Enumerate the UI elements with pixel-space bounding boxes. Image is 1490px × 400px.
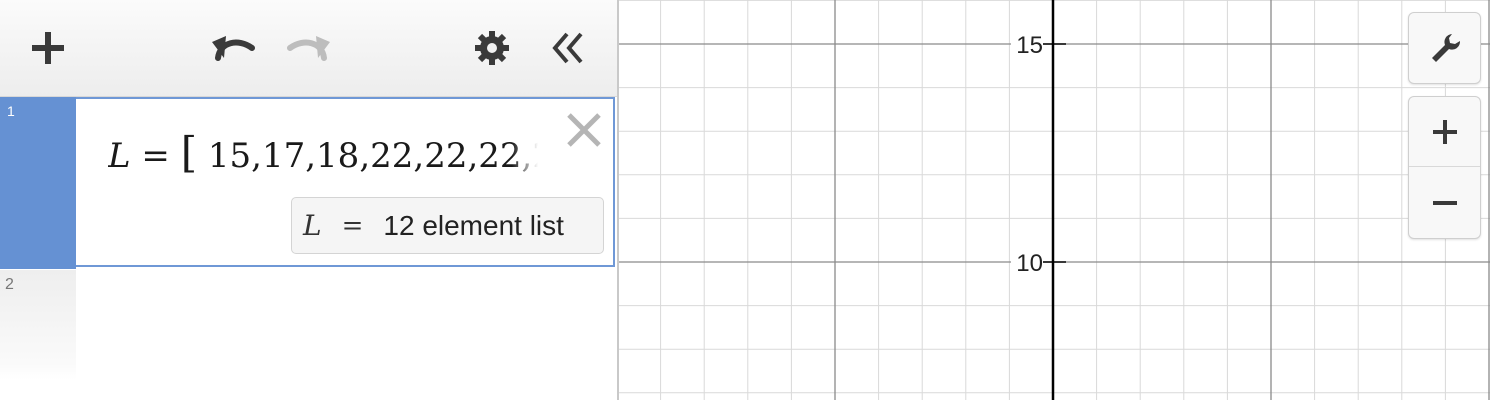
graph-settings-button[interactable] xyxy=(1408,12,1481,84)
expression-row-empty[interactable]: 2 xyxy=(0,270,617,400)
expression-input[interactable]: L = [ 15,17,18,22,22,22,2 xyxy=(108,127,538,179)
expression-panel: 1 L = [ 15,17,18,22,22,22,2 L = 12 eleme… xyxy=(0,0,617,400)
plus-icon xyxy=(32,32,64,64)
zoom-in-button[interactable] xyxy=(1409,97,1480,167)
double-chevron-left-icon xyxy=(552,32,583,64)
graph-grid: 15 10 xyxy=(619,0,1490,400)
expression-gutter[interactable]: 2 xyxy=(0,270,76,380)
expression-index: 2 xyxy=(5,276,14,293)
plus-icon xyxy=(1432,119,1457,144)
evaluation-value: 12 element list xyxy=(383,209,564,241)
close-icon xyxy=(567,113,601,147)
graph-paper[interactable]: 15 10 xyxy=(619,0,1490,400)
list-variable: L xyxy=(108,136,131,176)
zoom-out-button[interactable] xyxy=(1409,167,1480,238)
expression-toolbar xyxy=(0,0,617,97)
gear-icon xyxy=(475,31,509,65)
settings-button[interactable] xyxy=(468,24,516,72)
open-bracket: [ xyxy=(180,128,198,177)
list-values: 15,17,18,22,22,22,2 xyxy=(207,136,538,176)
evaluation-equals: = xyxy=(341,210,364,241)
undo-icon xyxy=(212,36,255,61)
expression-gutter[interactable]: 1 xyxy=(0,97,76,269)
evaluation-variable: L xyxy=(303,209,322,242)
y-tick-10: 10 xyxy=(1011,248,1066,277)
expression-index: 1 xyxy=(7,103,15,119)
delete-expression-button[interactable] xyxy=(562,108,606,152)
redo-button[interactable] xyxy=(281,22,337,72)
minus-icon xyxy=(1432,200,1457,205)
equals-sign: = xyxy=(141,136,170,176)
evaluation-result: L = 12 element list xyxy=(291,197,604,254)
wrench-icon xyxy=(1431,34,1460,62)
y-tick-15: 15 xyxy=(1011,30,1066,59)
y-tick-label: 15 xyxy=(1016,32,1043,59)
add-item-button[interactable] xyxy=(22,22,74,74)
undo-button[interactable] xyxy=(205,22,261,72)
y-tick-label: 10 xyxy=(1016,250,1043,277)
collapse-panel-button[interactable] xyxy=(544,24,592,72)
zoom-controls xyxy=(1408,96,1481,239)
redo-icon xyxy=(287,36,330,61)
overflow-fade xyxy=(512,127,538,179)
